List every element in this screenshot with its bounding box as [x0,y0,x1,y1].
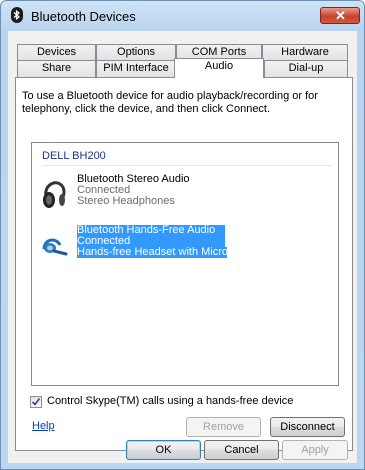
apply-button[interactable]: Apply [282,440,348,460]
dialog-client-area: Devices Options COM Ports Hardware Share… [8,31,357,463]
ok-button[interactable]: OK [126,440,201,460]
tab-audio[interactable]: Audio [174,58,264,78]
tab-dial-up[interactable]: Dial-up [264,60,348,77]
bluetooth-icon [11,7,23,23]
tab-devices[interactable]: Devices [17,44,96,60]
tab-share[interactable]: Share [17,60,96,77]
close-icon: ✕ [335,8,346,23]
remove-button[interactable]: Remove [186,417,261,437]
bluetooth-devices-window: Bluetooth Devices ✕ Devices Options COM … [0,0,365,470]
close-button[interactable]: ✕ [320,7,360,24]
tab-pim-interface[interactable]: PIM Interface [96,60,176,77]
device-type: Hands-free Headset with Micro... [77,246,238,258]
device-group-header: DELL BH200 [42,150,106,162]
skype-control-checkbox[interactable] [30,396,42,408]
tab-options[interactable]: Options [96,44,176,60]
window-title: Bluetooth Devices [31,9,136,24]
device-item-stereo-audio[interactable]: Bluetooth Stereo Audio Connected Stereo … [40,174,226,217]
disconnect-button[interactable]: Disconnect [270,417,345,437]
skype-control-label[interactable]: Control Skype(TM) calls using a hands-fr… [47,395,293,407]
title-bar[interactable]: Bluetooth Devices ✕ [1,1,364,31]
help-link[interactable]: Help [32,420,55,432]
audio-device-list[interactable]: DELL BH200 Bluetooth Stereo Audio Connec… [31,142,339,386]
device-type: Stereo Headphones [77,195,175,207]
device-item-hands-free-audio[interactable]: Bluetooth Hands-Free Audio Connected Han… [40,225,238,268]
group-divider [42,165,332,166]
audio-description: To use a Bluetooth device for audio play… [22,90,318,115]
tab-hardware[interactable]: Hardware [262,44,348,60]
cancel-button[interactable]: Cancel [204,440,279,460]
headphones-icon [40,178,70,210]
headset-icon [40,229,70,261]
checkmark-icon [31,398,41,406]
